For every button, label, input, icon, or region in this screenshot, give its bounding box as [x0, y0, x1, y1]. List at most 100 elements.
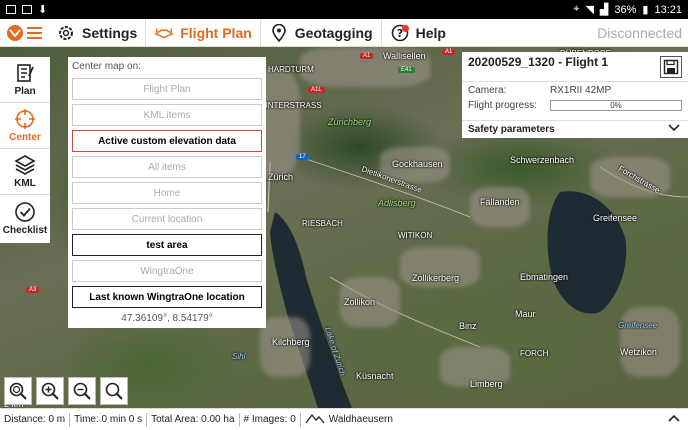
zoom-in-icon — [41, 382, 59, 400]
urban-area — [470, 187, 530, 227]
tool-plan-label: Plan — [14, 86, 36, 97]
wingtra-logo-icon — [7, 24, 23, 41]
flight-progress-bar: 0% — [550, 100, 682, 111]
center-map-panel: Center map on: Flight Plan KML items Act… — [68, 57, 266, 328]
flight-info-panel: 20200529_1320 - Flight 1 Camera: RX1RII … — [462, 52, 688, 138]
elevation-data-name: Waldhaeusern — [328, 414, 393, 425]
map-label: Kilchberg — [272, 337, 310, 347]
zoom-fit-button[interactable] — [100, 377, 128, 405]
center-last-known-location-button[interactable]: Last known WingtraOne location — [72, 286, 262, 308]
road-sign: A3 — [26, 287, 40, 293]
drone-icon — [154, 23, 174, 43]
tool-center-label: Center — [9, 132, 41, 143]
chevron-down-icon — [668, 124, 680, 135]
bottom-status-bar: Distance: 0 m Time: 0 min 0 s Total Area… — [0, 408, 688, 430]
location-icon: ⌖ — [573, 3, 580, 15]
app-menu-button[interactable] — [0, 19, 48, 47]
images-stat: # Images: 0 — [243, 414, 296, 425]
flight-title: 20200529_1320 - Flight 1 — [468, 55, 609, 69]
center-map-title: Center map on: — [72, 61, 141, 72]
center-elevation-data-button[interactable]: Active custom elevation data — [72, 130, 262, 152]
connection-status: Disconnected — [597, 24, 682, 41]
signal-icon: ▟ — [599, 4, 609, 16]
map-center-coordinates: 47.36109°, 8.54179° — [121, 313, 213, 324]
pin-icon — [269, 23, 289, 43]
checklist-icon — [14, 201, 36, 223]
hamburger-icon — [27, 26, 42, 39]
map-label: Zürichberg — [328, 117, 372, 127]
tab-settings[interactable]: Settings — [48, 18, 147, 47]
tab-flight-plan-label: Flight Plan — [180, 24, 252, 41]
map-label: FORCH — [520, 349, 549, 358]
flight-progress-text: 0% — [610, 101, 622, 110]
tool-kml[interactable]: KML — [0, 149, 50, 195]
battery-icon: ▮ — [642, 4, 649, 16]
urban-area — [260, 317, 310, 377]
center-test-area-button[interactable]: test area — [72, 234, 262, 256]
road-sign: A1L — [308, 87, 325, 93]
zoom-tools — [4, 377, 128, 405]
elevation-icon — [305, 412, 325, 427]
map-label: Küsnacht — [356, 371, 394, 381]
chevron-up-icon[interactable] — [668, 414, 680, 425]
map-label: Zollikon — [344, 297, 376, 307]
status-bar: ⬇ ⌖ ◥ ▟ 36% ▮ 13:21 — [0, 0, 688, 19]
urban-area — [620, 307, 680, 377]
center-current-location-button[interactable]: Current location — [72, 208, 262, 230]
tool-center[interactable]: Center — [0, 103, 50, 149]
map-label: HARDTURM — [268, 65, 314, 74]
map-label: UNTERSTRASS — [262, 101, 322, 110]
top-toolbar: Settings Flight Plan Geotagging ? Help D… — [0, 18, 688, 47]
map-label: Wetzikon — [620, 347, 657, 357]
kml-icon — [14, 154, 36, 176]
center-flight-plan-button[interactable]: Flight Plan — [72, 78, 262, 100]
tab-geotagging[interactable]: Geotagging — [261, 18, 382, 47]
divider — [462, 81, 688, 82]
map-label: WITIKON — [398, 231, 433, 240]
tool-plan[interactable]: Plan — [0, 57, 50, 103]
save-button[interactable] — [660, 56, 682, 78]
safety-parameters-toggle[interactable]: Safety parameters — [462, 120, 688, 138]
flight-progress-label: Flight progress: — [468, 100, 537, 111]
tool-checklist[interactable]: Checklist — [0, 195, 50, 241]
map-label: Sihl — [232, 352, 246, 361]
map-label: Schwerzenbach — [510, 155, 575, 165]
tab-settings-label: Settings — [82, 24, 138, 41]
center-all-items-button[interactable]: All items — [72, 156, 262, 178]
tool-checklist-label: Checklist — [2, 224, 48, 236]
map-label: Gockhausen — [392, 159, 443, 169]
center-wingtraone-button[interactable]: WingtraOne — [72, 260, 262, 282]
tab-help[interactable]: ? Help — [382, 19, 454, 47]
left-toolbar: Plan Center KML Checklist — [0, 57, 50, 243]
tab-flight-plan[interactable]: Flight Plan — [146, 18, 261, 47]
zoom-in-button[interactable] — [36, 377, 64, 405]
divider — [146, 412, 148, 427]
safety-parameters-label: Safety parameters — [468, 124, 555, 135]
help-icon: ? — [390, 23, 410, 43]
map-label: Greifensee — [593, 213, 638, 223]
zoom-in-plus-icon — [9, 382, 27, 400]
center-kml-items-button[interactable]: KML items — [72, 104, 262, 126]
tab-help-label: Help — [415, 24, 446, 41]
map-label: Zollikerberg — [412, 273, 460, 283]
road-sign: E41 — [398, 67, 415, 73]
plan-icon — [14, 62, 36, 84]
map-label: Limberg — [470, 379, 503, 389]
area-stat: Total Area: 0.00 ha — [151, 414, 235, 425]
road-sign: A1 — [442, 49, 456, 55]
center-home-button[interactable]: Home — [72, 182, 262, 204]
zoom-in-plus-button[interactable] — [4, 377, 32, 405]
battery-percent: 36% — [614, 3, 637, 16]
camera-label: Camera: — [468, 85, 507, 96]
wifi-icon: ◥ — [585, 4, 594, 16]
download-icon: ⬇ — [38, 4, 48, 16]
map-label: Maur — [515, 309, 536, 319]
map-label: Ebmatingen — [520, 272, 569, 282]
crosshair-icon — [14, 108, 36, 130]
zoom-out-button[interactable] — [68, 377, 96, 405]
notification-icon — [6, 5, 16, 14]
zoom-fit-icon — [105, 382, 123, 400]
distance-stat: Distance: 0 m — [4, 414, 66, 425]
divider — [238, 412, 240, 427]
tab-geotagging-label: Geotagging — [294, 24, 373, 41]
